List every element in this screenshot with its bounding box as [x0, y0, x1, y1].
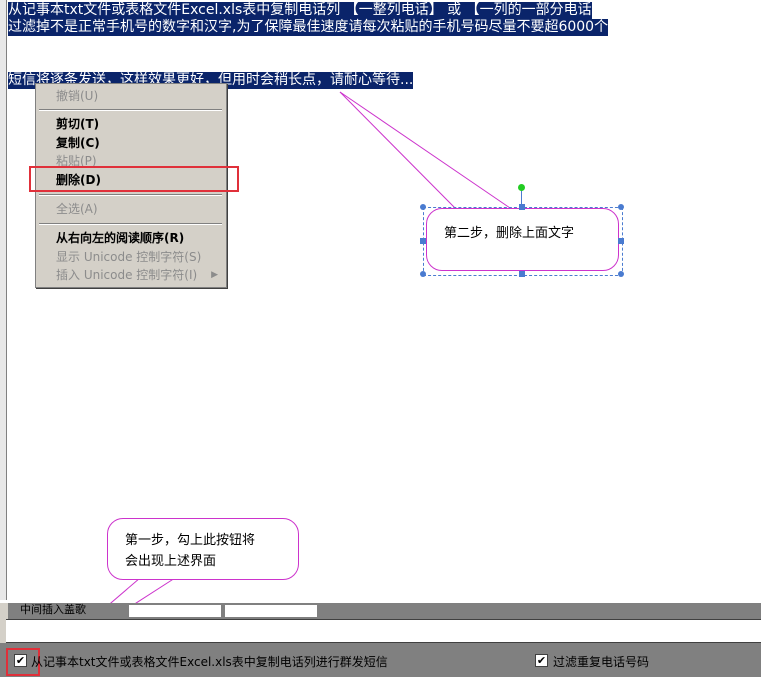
resize-handle-icon[interactable]	[420, 238, 426, 244]
step1-text-line-2: 会出现上述界面	[125, 554, 217, 569]
step2-callout[interactable]: 第二步，删除上面文字	[426, 208, 619, 271]
resize-handle-icon[interactable]	[618, 204, 624, 210]
filter-duplicates-label: 过滤重复电话号码	[553, 655, 650, 669]
step1-text-line-1: 第一步，勾上此按钮将	[125, 533, 256, 548]
bottom-toolbar-strip: 中间插入盖歌	[8, 603, 761, 619]
step2-text: 第二步，删除上面文字	[444, 226, 575, 241]
copy-from-file-checkbox[interactable]: ✔	[14, 654, 27, 667]
status-strip	[6, 619, 761, 643]
resize-handle-icon[interactable]	[420, 271, 426, 277]
resize-handle-icon[interactable]	[519, 204, 525, 210]
partial-label: 中间插入盖歌	[20, 603, 86, 616]
resize-handle-icon[interactable]	[420, 204, 426, 210]
input-field[interactable]	[224, 604, 318, 618]
copy-from-file-label: 从记事本txt文件或表格文件Excel.xls表中复制电话列进行群发短信	[31, 655, 388, 669]
input-field[interactable]	[128, 604, 222, 618]
step1-callout[interactable]: 第一步，勾上此按钮将 会出现上述界面	[107, 518, 299, 580]
resize-handle-icon[interactable]	[618, 238, 624, 244]
rotate-handle-icon[interactable]	[518, 184, 525, 191]
filter-duplicates-checkbox[interactable]: ✔	[535, 654, 548, 667]
resize-handle-icon[interactable]	[519, 271, 525, 277]
resize-handle-icon[interactable]	[618, 271, 624, 277]
